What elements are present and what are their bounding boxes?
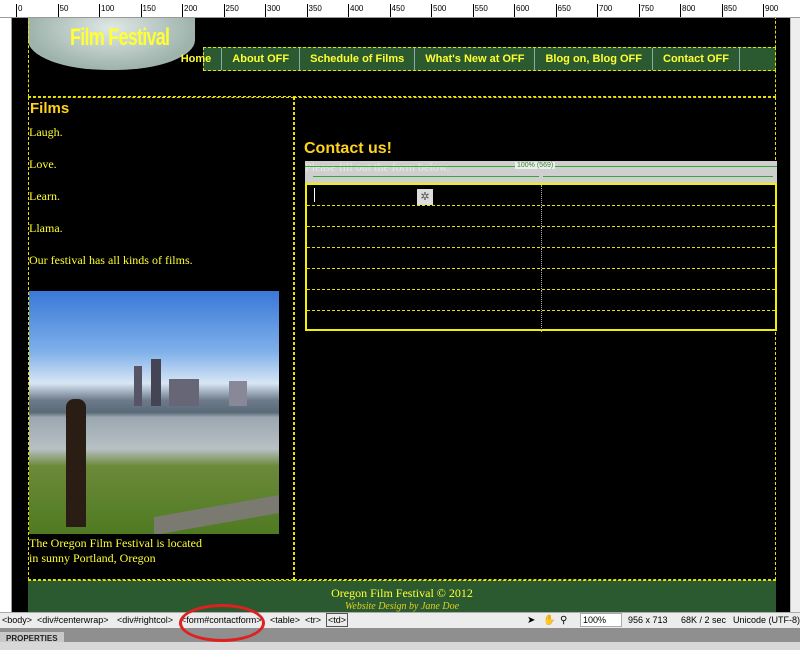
bench (154, 494, 279, 534)
ruler-tick: 0 (16, 4, 22, 17)
status-bar: <body> <div#centerwrap> <div#rightcol> <… (0, 612, 800, 628)
tag-body[interactable]: <body> (2, 613, 32, 628)
encoding: Unicode (UTF-8) (733, 615, 800, 625)
paragraph: Learn. (29, 189, 60, 203)
tag-table[interactable]: <table> (270, 613, 300, 628)
nav-bar: Home About OFF Schedule of Films What's … (181, 47, 776, 71)
portland-photo[interactable] (29, 291, 279, 534)
table-row[interactable] (307, 311, 775, 332)
films-heading: Films (30, 100, 70, 117)
ruler-tick: 750 (638, 4, 654, 17)
ruler-tick: 500 (431, 4, 446, 17)
text-cursor (314, 188, 315, 202)
table-row[interactable] (307, 206, 775, 227)
form-hint: Please fill out the form below. (305, 160, 450, 174)
person (66, 399, 86, 527)
paragraph: Llama. (29, 221, 63, 235)
paragraph: Love. (29, 157, 57, 171)
building (169, 379, 199, 406)
design-view[interactable]: Film Festival Home About OFF Schedule of… (12, 18, 790, 612)
ruler-tick: 100 (99, 4, 114, 17)
table-row[interactable]: ✲ (307, 185, 775, 206)
building (151, 359, 161, 406)
horizontal-ruler: 0 50 100 150 200 250 300 350 400 450 500 550 600 650 7… (0, 0, 800, 18)
table-row[interactable] (307, 290, 775, 311)
table-row[interactable] (307, 227, 775, 248)
nav-home[interactable]: Home (171, 48, 223, 70)
tag-td[interactable]: <td> (326, 613, 349, 627)
download-time: 68K / 2 sec (681, 615, 727, 625)
right-column: Contact us! Please fill out the form bel… (294, 97, 777, 580)
ruler-tick: 250 (223, 4, 239, 17)
ruler-tick: 50 (57, 4, 68, 17)
footer: Oregon Film Festival © 2012 Website Desi… (28, 580, 776, 612)
column-width-line (543, 176, 773, 177)
vertical-ruler (0, 18, 12, 612)
design-credit: Website Design by Jane Doe (344, 601, 460, 612)
tag-rightcol[interactable]: <div#rightcol> (117, 613, 173, 628)
tag-tr[interactable]: <tr> (305, 613, 321, 628)
ruler-tick: 150 (140, 4, 156, 17)
paragraph: Our festival has all kinds of films. (29, 253, 193, 267)
zoom-select[interactable]: 100% (580, 613, 622, 627)
tag-centerwrap[interactable]: <div#centerwrap> (37, 613, 109, 628)
nav-blog[interactable]: Blog on, Blog OFF (535, 48, 653, 70)
ruler-tick: 600 (514, 4, 529, 17)
paragraph: Laugh. (29, 125, 63, 139)
column-width-line (313, 176, 539, 177)
hand-tool-icon[interactable]: ✋ (543, 613, 555, 628)
ruler-tick: 300 (265, 4, 280, 17)
ruler-tick: 350 (306, 4, 322, 17)
table-row[interactable] (307, 269, 775, 290)
contact-heading: Contact us! (304, 140, 392, 157)
contact-form-table[interactable]: ✲ (305, 183, 777, 332)
properties-panel (0, 642, 800, 650)
ruler-tick: 400 (348, 4, 363, 17)
table-row[interactable] (307, 248, 775, 269)
ruler-tick: 550 (472, 4, 488, 17)
building (229, 381, 247, 406)
window-size[interactable]: 956 x 713 (628, 613, 668, 628)
ruler-tick: 900 (763, 4, 778, 17)
left-column: Films Laugh. Love. Learn. Llama. Our fes… (28, 97, 294, 580)
ruler-tick: 200 (182, 4, 197, 17)
select-tool-icon[interactable]: ➤ (527, 613, 535, 628)
ruler-tick: 800 (680, 4, 695, 17)
ruler-tick: 850 (721, 4, 737, 17)
building (134, 366, 142, 406)
invisible-element-icon[interactable]: ✲ (417, 189, 433, 205)
ruler-tick: 450 (389, 4, 405, 17)
nav-contact[interactable]: Contact OFF (653, 48, 740, 70)
nav-schedule[interactable]: Schedule of Films (300, 48, 416, 70)
ruler-tick: 650 (555, 4, 571, 17)
vertical-scrollbar[interactable] (790, 18, 800, 612)
nav-whats-new[interactable]: What's New at OFF (415, 48, 536, 70)
red-annotation-circle (179, 604, 265, 642)
ruler-tick: 700 (597, 4, 612, 17)
table-width-indicator: Please fill out the form below. 100% (56… (305, 160, 777, 183)
copyright: Oregon Film Festival © 2012 (331, 586, 473, 600)
properties-panel-header[interactable]: PROPERTIES (0, 628, 800, 646)
nav-about[interactable]: About OFF (222, 48, 301, 70)
photo-caption: The Oregon Film Festival is located in su… (29, 536, 202, 565)
zoom-tool-icon[interactable]: ⚲ (560, 613, 567, 628)
width-label: 100% (569) (515, 162, 556, 169)
